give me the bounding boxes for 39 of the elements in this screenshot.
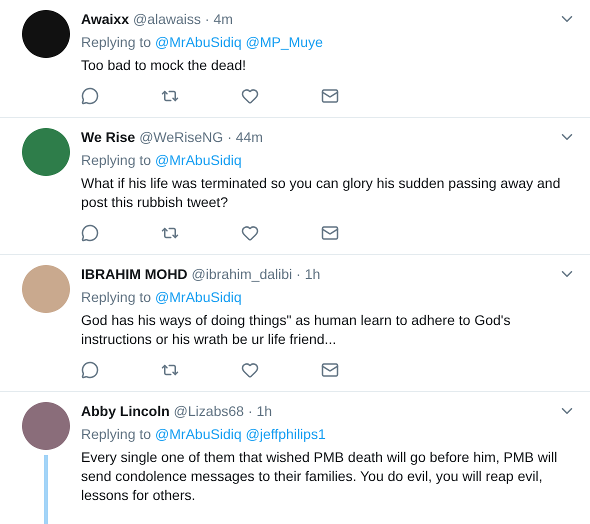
envelope-icon[interactable]	[321, 224, 339, 242]
mention-link[interactable]: @MrAbuSidiq	[155, 152, 242, 168]
tweet-text: What if his life was terminated so you can glory his sudden passing away and post this rubbish tweet?	[81, 174, 562, 212]
tweet-text: Every single one of them that wished PMB death will go before him, PMB will send condolence messages to their families. You do evil, you will reap evil, lessons for others.	[81, 448, 558, 505]
tweet-time[interactable]: · 44m	[227, 129, 263, 145]
heart-icon[interactable]	[241, 87, 259, 105]
reply-icon[interactable]	[81, 361, 99, 379]
envelope-icon[interactable]	[321, 361, 339, 379]
mention-link[interactable]: @MrAbuSidiq	[155, 426, 242, 442]
tweet-item[interactable]: We Rise @WeRiseNG · 44m Replying to @MrAbuSidiq What if his life was terminated so you can glory his sudden passing away and post this rubbish tweet?	[0, 118, 590, 255]
replying-label: Replying to	[81, 426, 152, 442]
replying-label: Replying to	[81, 152, 152, 168]
avatar-image[interactable]	[22, 10, 70, 58]
tweet-item[interactable]: IBRAHIM MOHD @ibrahim_dalibi · 1h Replying to @MrAbuSidiq God has his ways of doing things" as human learn to adhere to God's instructions or his wrath be ur life friend...	[0, 255, 590, 392]
user-handle: @Lizabs68	[174, 403, 244, 419]
heart-icon[interactable]	[241, 224, 259, 242]
user-name[interactable]: Abby Lincoln	[81, 403, 170, 419]
user-handle: @alawaiss	[133, 11, 201, 27]
tweet-time[interactable]: · 1h	[296, 266, 320, 282]
reply-icon[interactable]	[81, 87, 99, 105]
reply-icon[interactable]	[81, 224, 99, 242]
tweet-text: God has his ways of doing things" as human learn to adhere to God's instructions or his wrath be ur life friend...	[81, 311, 512, 349]
user-name[interactable]: IBRAHIM MOHD	[81, 266, 188, 282]
tweet-time[interactable]: · 4m	[204, 11, 233, 27]
mention-link[interactable]: @MP_Muye	[246, 34, 323, 50]
replying-label: Replying to	[81, 34, 152, 50]
tweet-text: Too bad to mock the dead!	[81, 56, 247, 75]
tweet-item[interactable]: Awaixx @alawaiss · 4m Replying to @MrAbuSidiq @MP_Muye Too bad to mock the dead!	[0, 0, 590, 118]
tweet-time[interactable]: · 1h	[248, 403, 272, 419]
user-handle: @ibrahim_dalibi	[192, 266, 292, 282]
mention-link[interactable]: @MrAbuSidiq	[155, 34, 242, 50]
replying-label: Replying to	[81, 289, 152, 305]
user-handle: @WeRiseNG	[139, 129, 224, 145]
mention-link[interactable]: @MrAbuSidiq	[155, 289, 242, 305]
user-name[interactable]: We Rise	[81, 129, 136, 145]
heart-icon[interactable]	[241, 361, 259, 379]
mention-link[interactable]: @jeffphilips1	[246, 426, 326, 442]
user-name[interactable]: Awaixx	[81, 11, 129, 27]
envelope-icon[interactable]	[321, 87, 339, 105]
